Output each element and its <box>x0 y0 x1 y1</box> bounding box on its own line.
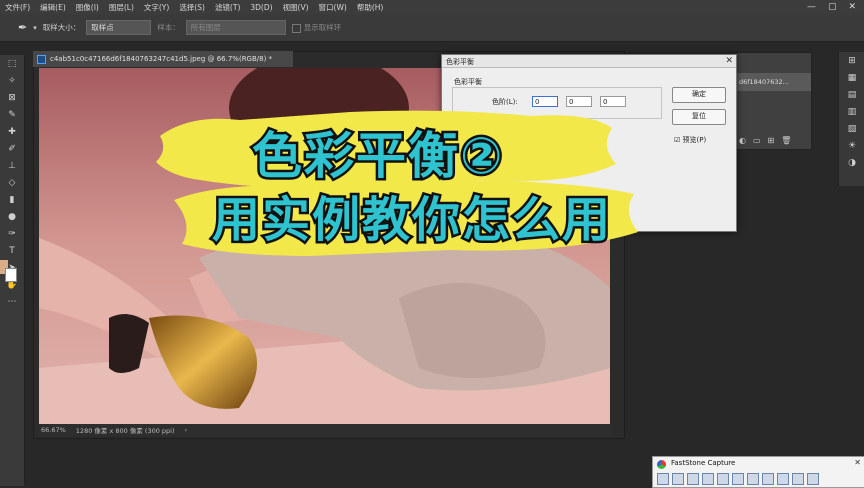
document-tab[interactable]: c4ab51c0c47166d6f1840763247c41d5.jpeg @ … <box>33 51 293 67</box>
properties-icon[interactable]: ▧ <box>839 120 864 137</box>
menu-window[interactable]: 窗口(W) <box>314 2 352 13</box>
adjustment-icon[interactable]: ◐ <box>739 136 746 145</box>
menu-edit[interactable]: 编辑(E) <box>35 2 71 13</box>
color-panel-icon[interactable]: ▦ <box>839 69 864 86</box>
swatches-icon[interactable]: ▤ <box>839 86 864 103</box>
minimize-icon[interactable]: — <box>807 2 816 12</box>
preview-checkbox[interactable]: ☑ 预览(P) <box>674 135 706 145</box>
faststone-title: FastStone Capture <box>671 459 736 467</box>
group-label: 色彩平衡 <box>454 78 482 86</box>
status-arrow-icon[interactable]: › <box>185 426 188 434</box>
capture-scroll-icon[interactable] <box>732 473 744 485</box>
zoom-level[interactable]: 66.67% <box>41 426 66 434</box>
background-color-swatch[interactable] <box>5 268 17 282</box>
sample-size-select[interactable]: 取样点 <box>86 20 152 35</box>
record-screen-icon[interactable] <box>762 473 774 485</box>
document-tab-title: c4ab51c0c47166d6f1840763247c41d5.jpeg @ … <box>50 55 273 63</box>
type-tool-icon[interactable]: T <box>0 242 24 259</box>
lightbulb-icon[interactable]: ☀ <box>839 137 864 154</box>
checkmark-icon: ☑ <box>674 136 681 144</box>
sample-size-label: 取样大小： <box>42 23 81 32</box>
faststone-close-icon[interactable]: ✕ <box>854 458 861 467</box>
tool-preset-chevron-icon[interactable]: ▾ <box>33 24 37 32</box>
capture-fixed-icon[interactable] <box>747 473 759 485</box>
menu-layer[interactable]: 图层(L) <box>104 2 139 13</box>
magic-wand-tool-icon[interactable]: ✧ <box>0 72 24 89</box>
capture-window-icon[interactable] <box>657 473 669 485</box>
panel-icon-strip: ⊞ ▦ ▤ ▥ ▧ ☀ ◑ <box>838 52 864 186</box>
new-layer-icon[interactable]: ⊞ <box>768 136 775 145</box>
output-icon[interactable] <box>777 473 789 485</box>
history-icon[interactable]: ⊞ <box>839 52 864 69</box>
menu-select[interactable]: 选择(S) <box>174 2 210 13</box>
more-tools-icon[interactable]: ⋯ <box>0 293 24 310</box>
document-info: 1280 像素 x 800 像素 (300 ppi) <box>75 427 175 435</box>
capture-freehand-icon[interactable] <box>702 473 714 485</box>
preview-label: 预览(P) <box>682 136 707 144</box>
menu-image[interactable]: 图像(I) <box>71 2 104 13</box>
dialog-title: 色彩平衡 <box>442 55 736 68</box>
menu-help[interactable]: 帮助(H) <box>352 2 389 13</box>
faststone-capture-toolbar: FastStone Capture ✕ <box>652 456 864 488</box>
maximize-icon[interactable]: ▢ <box>828 2 837 12</box>
capture-fullscreen-icon[interactable] <box>717 473 729 485</box>
ok-button[interactable]: 确定 <box>672 87 726 103</box>
crop-tool-icon[interactable]: ⊠ <box>0 89 24 106</box>
adjustments-icon[interactable]: ◑ <box>839 154 864 171</box>
eraser-tool-icon[interactable]: ◇ <box>0 174 24 191</box>
ps-file-icon <box>37 54 46 64</box>
status-bar: 66.67% 1280 像素 x 800 像素 (300 ppi) › <box>39 424 612 436</box>
dialog-close-icon[interactable]: ✕ <box>725 56 733 66</box>
menu-type[interactable]: 文字(Y) <box>139 2 174 13</box>
menu-file[interactable]: 文件(F) <box>0 2 35 13</box>
sample-label: 样本： <box>157 23 180 32</box>
menu-bar: 文件(F) 编辑(E) 图像(I) 图层(L) 文字(Y) 选择(S) 滤镜(T… <box>0 0 864 14</box>
menu-filter[interactable]: 滤镜(T) <box>210 2 245 13</box>
sample-select[interactable]: 所有图层 <box>185 20 286 35</box>
eyedropper-icon[interactable]: ✒ <box>18 21 27 34</box>
reset-button[interactable]: 复位 <box>672 109 726 125</box>
libraries-icon[interactable]: ▥ <box>839 103 864 120</box>
save-icon[interactable] <box>792 473 804 485</box>
pen-tool-icon[interactable]: ✑ <box>0 225 24 242</box>
gradient-tool-icon[interactable]: ▮ <box>0 191 24 208</box>
trash-icon[interactable]: 🗑 <box>781 136 791 145</box>
options-bar: ✒ ▾ 取样大小： 取样点 样本： 所有图层 显示取样环 <box>0 14 864 42</box>
stamp-tool-icon[interactable]: ⊥ <box>0 157 24 174</box>
show-ring-checkbox[interactable]: 显示取样环 <box>291 22 342 33</box>
menu-view[interactable]: 视图(V) <box>278 2 314 13</box>
menu-3d[interactable]: 3D(D) <box>245 3 277 12</box>
layer-row[interactable]: d6f18407632... <box>737 73 811 91</box>
eyedropper-tool-icon[interactable]: ✎ <box>0 106 24 123</box>
checkbox-box-icon <box>291 23 301 33</box>
show-ring-label: 显示取样环 <box>303 23 342 32</box>
capture-object-icon[interactable] <box>672 473 684 485</box>
capture-rect-icon[interactable] <box>687 473 699 485</box>
banner-title-line1: 色彩平衡② <box>249 125 505 188</box>
brush-tool-icon[interactable]: ✐ <box>0 140 24 157</box>
layers-panel: d6f18407632... ◐ ▭ ⊞ 🗑 <box>736 52 812 150</box>
folder-icon[interactable]: ▭ <box>753 136 761 145</box>
faststone-logo-icon <box>657 460 666 469</box>
healing-brush-icon[interactable]: ✚ <box>0 123 24 140</box>
settings-icon[interactable] <box>807 473 819 485</box>
banner-title-line2: 用实例教你怎么用 <box>209 190 613 251</box>
marquee-tool-icon[interactable]: ⬚ <box>0 55 24 72</box>
close-icon[interactable]: ✕ <box>848 2 856 12</box>
blur-tool-icon[interactable]: ● <box>0 208 24 225</box>
faststone-tools <box>657 473 819 485</box>
